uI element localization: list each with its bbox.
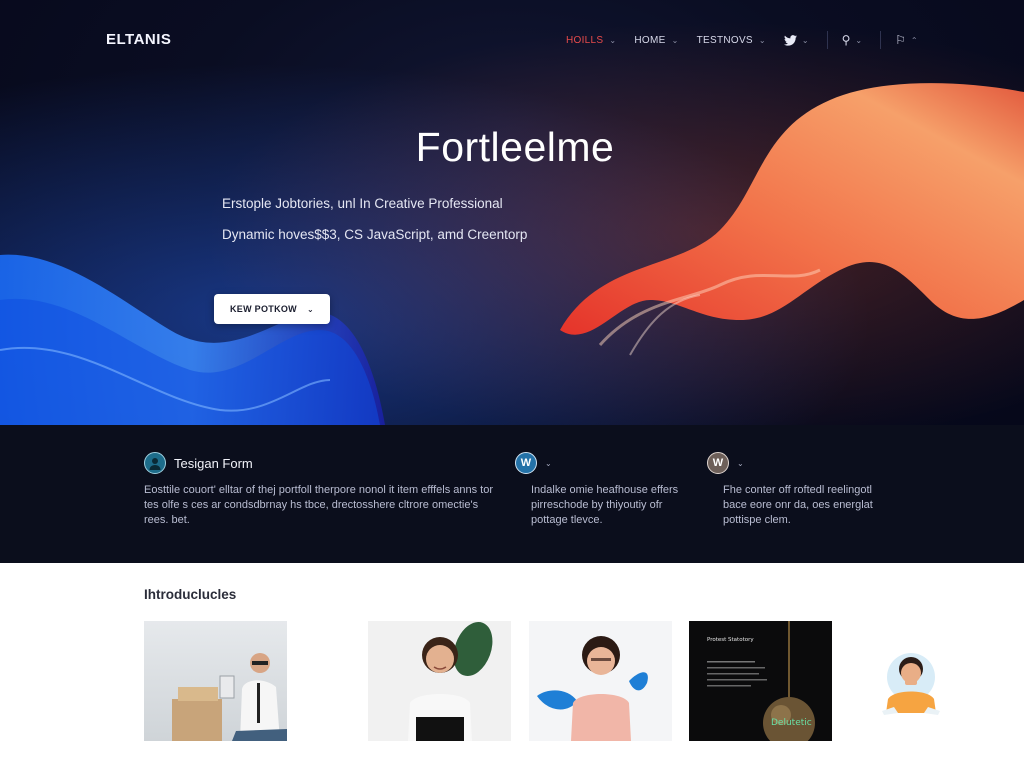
chevron-down-icon: ⌄: [671, 35, 679, 45]
chevron-down-icon: ⌄: [758, 35, 766, 45]
hero-subtitle: Erstople Jobtories, unl In Creative Prof…: [222, 196, 503, 211]
wordpress-icon: W: [707, 452, 729, 474]
nav-item-label: TESTNOVS: [696, 34, 753, 46]
nav-divider: [880, 31, 882, 49]
feature-title: Tesigan Form: [174, 455, 253, 471]
hero-title: Fortleelme: [415, 124, 615, 170]
feature-description: Indalke omie heafhouse effers pirreschod…: [531, 484, 679, 526]
avatar[interactable]: [874, 641, 948, 721]
chevron-down-icon[interactable]: ⌄: [545, 459, 552, 468]
twitter-icon: [783, 34, 797, 46]
hero-cta-button[interactable]: KEW POTKOW ⌄: [214, 294, 330, 324]
profile-menu[interactable]: ⚲ ⌄: [842, 33, 863, 47]
chevron-down-icon: ⌄: [855, 35, 863, 45]
chevron-down-icon: ⌄: [801, 35, 809, 45]
feature-description: Fhe conter off roftedl reelingotl bace e…: [723, 484, 873, 526]
profile-card[interactable]: [368, 621, 511, 741]
nav-item-label: HOILLS: [566, 34, 604, 46]
profile-card[interactable]: [529, 621, 672, 741]
book-cover-image: Protest Statotory Delutetic: [707, 621, 815, 741]
person-avatar-illustration: [882, 653, 940, 715]
feature-description: Eosttile couort' elltar of thej portfoll…: [144, 484, 493, 526]
person-photo: [172, 653, 287, 741]
nav-item-hoills[interactable]: HOILLS ⌄: [566, 35, 616, 46]
features-strip: Tesigan Form Eosttile couort' elltar of …: [0, 425, 1024, 563]
nav-item-home[interactable]: HOME ⌄: [634, 35, 678, 46]
feature-item: W ⌄ Fhe conter off roftedl reelingotl ba…: [707, 452, 887, 528]
feature-item: Tesigan Form Eosttile couort' elltar of …: [144, 452, 494, 528]
cta-label: KEW POTKOW: [229, 304, 297, 314]
profile-icon: ⚲: [841, 33, 851, 47]
nav-item-label: HOME: [634, 34, 666, 46]
person-photo: [537, 636, 648, 741]
chevron-down-icon[interactable]: ⌄: [737, 459, 744, 468]
top-nav: HOILLS ⌄ HOME ⌄ TESTNOVS ⌄ ⌄ ⚲ ⌄ ⚐ ⌃: [566, 31, 936, 49]
person-icon: [144, 452, 166, 474]
profile-card[interactable]: Protest Statotory Delutetic: [689, 621, 832, 741]
hero-section: ELTANIS HOILLS ⌄ HOME ⌄ TESTNOVS ⌄ ⌄ ⚲ ⌄…: [0, 0, 1024, 425]
chevron-down-icon: ⌄: [306, 304, 314, 314]
twitter-menu[interactable]: ⌄: [783, 34, 809, 46]
brand-logo[interactable]: ELTANIS: [106, 31, 171, 48]
chevron-up-icon: ⌃: [910, 35, 918, 45]
hero-wave-graphic: [0, 0, 1024, 425]
svg-text:Protest Statotory: Protest Statotory: [707, 637, 754, 643]
flag-menu[interactable]: ⚐ ⌃: [895, 33, 917, 47]
profile-card[interactable]: [144, 621, 287, 741]
flag-icon: ⚐: [895, 33, 906, 47]
feature-item: W ⌄ Indalke omie heafhouse effers pirres…: [515, 452, 685, 528]
hero-tagline: Dynamic hoves$$3, CS JavaScript, amd Cre…: [222, 227, 528, 242]
person-photo: [408, 621, 493, 741]
wordpress-icon: W: [515, 452, 537, 474]
book-caption: Delutetic: [771, 718, 812, 728]
section-title: Ihtroduclucles: [144, 587, 237, 602]
nav-item-testnovs[interactable]: TESTNOVS ⌄: [697, 35, 766, 46]
nav-divider: [826, 31, 828, 49]
chevron-down-icon: ⌄: [609, 35, 617, 45]
